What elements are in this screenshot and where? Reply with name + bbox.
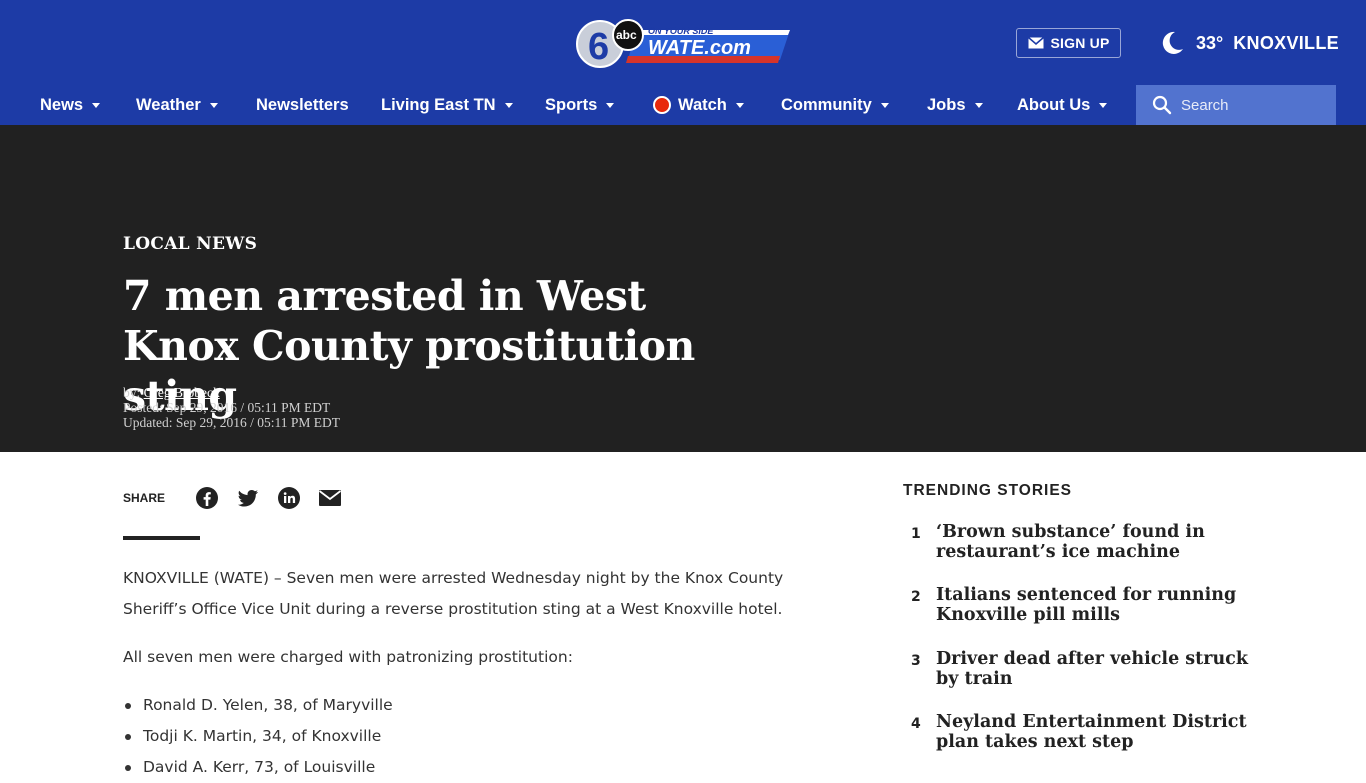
updated-date: Updated: Sep 29, 2016 / 05:11 PM EDT: [123, 415, 340, 430]
chevron-down-icon: [606, 102, 615, 108]
sign-up-button[interactable]: SIGN UP: [1016, 28, 1121, 58]
nav-item-weather[interactable]: Weather: [136, 85, 218, 125]
nav-item-label: About Us: [1017, 95, 1091, 114]
chevron-down-icon: [880, 102, 889, 108]
article-paragraph: All seven men were charged with patroniz…: [123, 648, 573, 666]
trending-rank: 2: [911, 589, 921, 605]
search-input[interactable]: Search: [1136, 85, 1336, 125]
chevron-down-icon: [92, 102, 101, 108]
trending-rank: 4: [911, 716, 921, 732]
nav-item-community[interactable]: Community: [781, 85, 889, 125]
logo-channel: 6: [588, 26, 609, 68]
nav-item-label: Living East TN: [381, 95, 496, 114]
article-body: KNOXVILLE (WATE) – Seven men were arrest…: [123, 563, 823, 783]
wate-logo[interactable]: ON YOUR SIDE WATE.com 6 abc: [576, 18, 792, 70]
chevron-down-icon: [504, 102, 513, 108]
trending-rank: 3: [911, 653, 921, 669]
nav-item-label: Community: [781, 95, 872, 114]
nav-item-newsletters[interactable]: Newsletters: [256, 85, 349, 125]
trending-link[interactable]: Driver dead after vehicle struck by trai…: [936, 649, 1256, 689]
trending-link[interactable]: ‘Brown substance’ found in restaurant’s …: [936, 522, 1256, 562]
search-icon: [1152, 95, 1172, 115]
nav-item-jobs[interactable]: Jobs: [927, 85, 983, 125]
live-dot-icon: [653, 96, 671, 114]
linkedin-icon[interactable]: [277, 486, 301, 510]
nav-item-label: Weather: [136, 95, 201, 114]
trending-link[interactable]: Italians sentenced for running Knoxville…: [936, 585, 1256, 625]
list-item: Todji K. Martin, 34, of Knoxville: [123, 721, 823, 752]
byline-prefix: by:: [123, 385, 141, 400]
trending-item[interactable]: 3 Driver dead after vehicle struck by tr…: [903, 649, 1263, 689]
trending-link[interactable]: Neyland Entertainment District plan take…: [936, 712, 1256, 752]
chevron-down-icon: [974, 102, 983, 108]
logo-tagline: ON YOUR SIDE: [648, 26, 714, 36]
posted-date: Posted: Sep 29, 2016 / 05:11 PM EDT: [123, 400, 331, 415]
share-divider: [123, 536, 200, 540]
nav-item-about-us[interactable]: About Us: [1017, 85, 1108, 125]
nav-item-label: Newsletters: [256, 95, 349, 114]
logo-wordmark: WATE.com: [648, 37, 751, 59]
list-item: Ronald D. Yelen, 38, of Maryville: [123, 690, 823, 721]
share-bar: SHARE: [123, 484, 359, 512]
nav-item-news[interactable]: News: [40, 85, 101, 125]
nav-item-label: Jobs: [927, 95, 966, 114]
trending-rank: 1: [911, 526, 921, 542]
search-placeholder: Search: [1181, 96, 1229, 114]
article-paragraph: KNOXVILLE (WATE) – Seven men were arrest…: [123, 569, 784, 618]
mail-icon: [1027, 37, 1044, 49]
facebook-icon[interactable]: [195, 486, 219, 510]
weather-city: KNOXVILLE: [1233, 32, 1339, 53]
nav-item-label: Watch: [678, 95, 727, 114]
arrest-list: Ronald D. Yelen, 38, of Maryville Todji …: [123, 690, 823, 783]
nav-item-living-east-tn[interactable]: Living East TN: [381, 85, 513, 125]
sign-up-label: SIGN UP: [1050, 35, 1110, 51]
article-byline: by: Greg Brobeck Posted: Sep 29, 2016 / …: [123, 385, 340, 430]
moon-icon: [1162, 31, 1183, 54]
twitter-icon[interactable]: [236, 486, 260, 510]
chevron-down-icon: [735, 102, 744, 108]
nav-item-sports[interactable]: Sports: [545, 85, 615, 125]
trending-item[interactable]: 4 Neyland Entertainment District plan ta…: [903, 712, 1263, 752]
chevron-down-icon: [1099, 102, 1108, 108]
article-hero: LOCAL NEWS 7 men arrested in West Knox C…: [0, 125, 1366, 452]
nav-item-label: Sports: [545, 95, 598, 114]
logo-network: abc: [616, 28, 637, 42]
trending-title: TRENDING STORIES: [903, 482, 1073, 499]
email-icon[interactable]: [318, 486, 342, 510]
nav-item-watch[interactable]: Watch: [653, 85, 744, 125]
share-label: SHARE: [123, 491, 166, 505]
chevron-down-icon: [209, 102, 218, 108]
author-link[interactable]: Greg Brobeck: [144, 385, 220, 400]
weather-temperature: 33°: [1196, 32, 1224, 53]
site-header: ON YOUR SIDE WATE.com 6 abc SIGN UP 33° …: [0, 0, 1366, 125]
nav-item-label: News: [40, 95, 84, 114]
trending-item[interactable]: 2 Italians sentenced for running Knoxvil…: [903, 585, 1263, 625]
trending-item[interactable]: 1 ‘Brown substance’ found in restaurant’…: [903, 522, 1263, 562]
weather-widget[interactable]: 33° KNOXVILLE: [1158, 18, 1339, 68]
article-category[interactable]: LOCAL NEWS: [123, 234, 257, 254]
